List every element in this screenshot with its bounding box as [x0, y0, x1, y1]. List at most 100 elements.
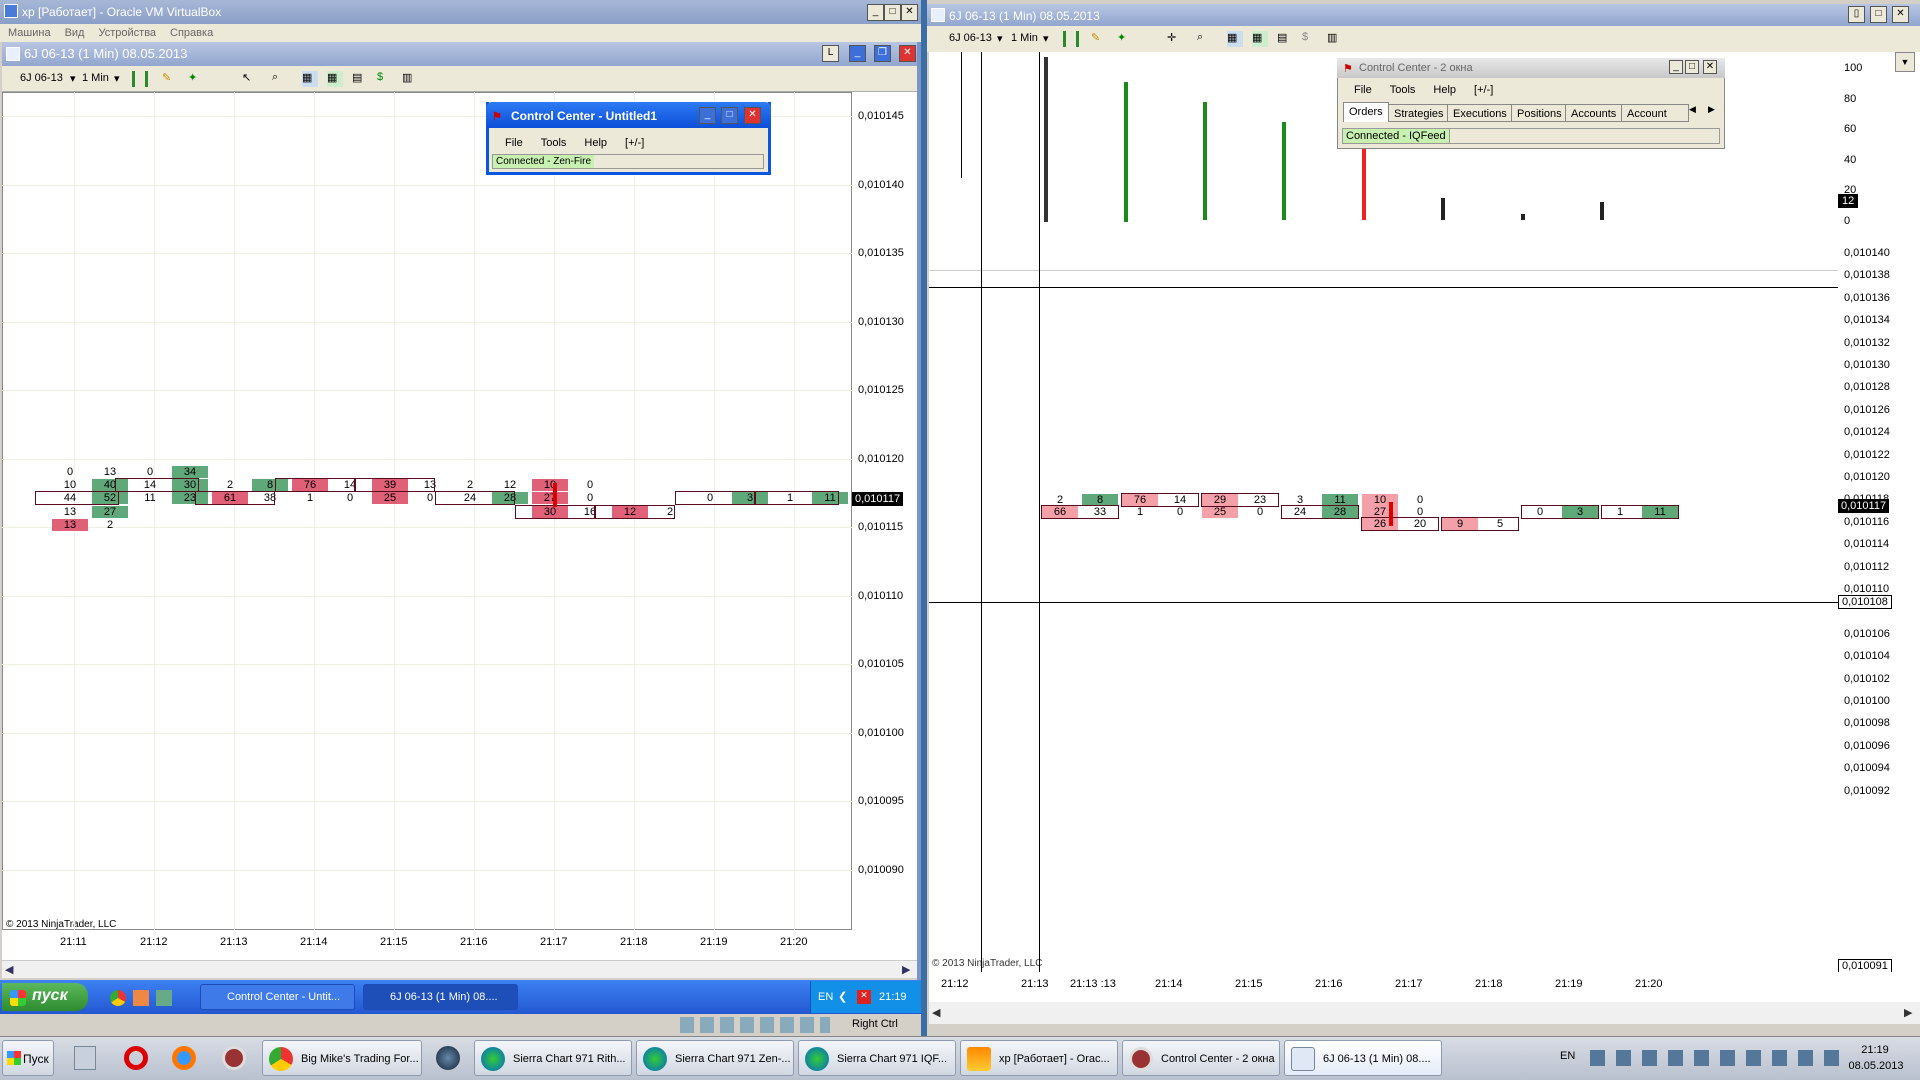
right-chart-restore-button[interactable]: ▯	[1848, 6, 1865, 23]
close-button[interactable]: ✕	[901, 4, 918, 21]
tab-scroll-right-icon[interactable]: ▶	[1708, 104, 1715, 115]
right-chart-close-button[interactable]: ✕	[1892, 6, 1909, 23]
win7-task-sierra-iqfeed[interactable]: Sierra Chart 971 IQF...	[798, 1040, 956, 1076]
dollar-icon[interactable]: $	[377, 71, 393, 87]
right-horizontal-scrollbar[interactable]: ◀ ▶	[929, 1002, 1920, 1024]
chart-l-button[interactable]: L	[822, 45, 839, 62]
indicator-icon[interactable]: ✦	[188, 71, 204, 87]
cc2-menu-file[interactable]: File	[1354, 84, 1372, 96]
tab-strategies[interactable]: Strategies	[1388, 104, 1450, 122]
menu-devices[interactable]: Устройства	[90, 24, 162, 39]
win7-task-chart[interactable]: 6J 06-13 (1 Min) 08....	[1284, 1040, 1442, 1076]
scroll-left-icon[interactable]: ◀	[5, 963, 13, 976]
tab-positions[interactable]: Positions	[1511, 104, 1568, 122]
win7-task-sierra-rithmic[interactable]: Sierra Chart 971 Rith...	[474, 1040, 632, 1076]
dollar-icon[interactable]: $	[1302, 31, 1318, 47]
tab-executions[interactable]: Executions	[1447, 104, 1513, 122]
cc1-menu-file[interactable]: File	[505, 137, 523, 149]
right-price-scale[interactable]: 100 80 60 40 20 0 12 0,010140 0,010138 0,010136 0,…	[1838, 52, 1920, 973]
menu-machine[interactable]: Машина	[0, 24, 57, 39]
cc2-menu-tools[interactable]: Tools	[1390, 84, 1416, 96]
left-horizontal-scrollbar[interactable]: ◀ ▶	[2, 960, 917, 978]
interval-selector[interactable]: 1 Min	[82, 72, 109, 84]
tab-scroll-left-icon[interactable]: ◀	[1689, 104, 1696, 115]
win7-task-control-center[interactable]: Control Center - 2 окна	[1122, 1040, 1280, 1076]
indicator-icon[interactable]: ✦	[1117, 31, 1133, 47]
cc2-minimize-button[interactable]: _	[1669, 60, 1683, 74]
tab-accounts[interactable]: Accounts	[1565, 104, 1623, 122]
win7-tray-icons[interactable]	[1590, 1050, 1840, 1066]
pencil-icon[interactable]: ✎	[162, 71, 178, 87]
menu-view[interactable]: Вид	[57, 24, 91, 39]
bar-type-icon[interactable]	[132, 71, 148, 87]
strategies-icon[interactable]: ▦	[1227, 31, 1243, 47]
pencil-icon[interactable]: ✎	[1091, 31, 1107, 47]
cc1-minimize-button[interactable]: _	[699, 107, 716, 124]
properties-icon[interactable]: ▤	[352, 71, 368, 87]
cc2-menu-toggle[interactable]: [+/-]	[1474, 84, 1493, 96]
strategies-icon[interactable]: ▦	[302, 71, 318, 87]
quicklaunch-app-icon[interactable]	[133, 990, 149, 1006]
win7-task-virtualbox[interactable]: xp [Работает] - Orac...	[960, 1040, 1118, 1076]
chart-close-button[interactable]: ✕	[899, 45, 916, 62]
left-price-scale[interactable]: 0,010145 0,010140 0,010135 0,010130 0,010125…	[852, 92, 917, 930]
xp-tray-arrow-icon[interactable]: ❮	[838, 990, 847, 1003]
maximize-button[interactable]: □	[884, 4, 901, 21]
instrument-selector[interactable]: 6J 06-13	[949, 32, 992, 44]
bar-type-icon[interactable]	[1063, 31, 1079, 47]
cc1-close-button[interactable]: ✕	[744, 107, 761, 124]
xp-lang-indicator[interactable]: EN	[818, 991, 833, 1003]
cc1-maximize-button[interactable]: □	[721, 107, 738, 124]
panel-icon[interactable]: ▥	[402, 71, 418, 87]
interval-selector[interactable]: 1 Min	[1011, 32, 1038, 44]
opera-icon[interactable]	[124, 1046, 148, 1070]
cc1-menu-tools[interactable]: Tools	[541, 137, 567, 149]
crosshair-icon[interactable]: ✛	[1167, 31, 1183, 47]
menu-help[interactable]: Справка	[162, 24, 219, 39]
order-icon[interactable]: ▦	[327, 71, 343, 87]
zoom-icon[interactable]: ⌕	[1197, 31, 1213, 47]
cc1-menu-help[interactable]: Help	[584, 137, 607, 149]
cc2-title-bar[interactable]: ⚑ Control Center - 2 окна	[1337, 58, 1725, 78]
win7-task-bigmike[interactable]: Big Mike's Trading For...	[262, 1040, 422, 1076]
properties-icon[interactable]: ▤	[1277, 31, 1293, 47]
chart-restore-button[interactable]: ❐	[874, 45, 891, 62]
quicklaunch-chrome-icon[interactable]	[110, 990, 126, 1006]
cc1-menu-toggle[interactable]: [+/-]	[625, 137, 644, 149]
scroll-up-icon[interactable]: ▼	[1895, 52, 1915, 72]
win7-lang-indicator[interactable]: EN	[1560, 1050, 1575, 1062]
zoom-icon[interactable]: ⌕	[272, 71, 288, 87]
win7-task-sierra-zenfire[interactable]: Sierra Chart 971 Zen-...	[636, 1040, 794, 1076]
instrument-selector[interactable]: 6J 06-13	[20, 72, 63, 84]
xp-tray-shield-icon[interactable]: ✕	[857, 990, 871, 1004]
globe-dark-icon[interactable]	[436, 1046, 460, 1070]
virtualbox-title-bar[interactable]: xp [Работает] - Oracle VM VirtualBox	[0, 0, 921, 24]
tab-account-performance[interactable]: Account Per	[1621, 104, 1689, 122]
quicklaunch-desktop-icon[interactable]	[156, 990, 172, 1006]
chart-minimize-button[interactable]: _	[849, 45, 866, 62]
firefox-icon[interactable]	[172, 1046, 196, 1070]
app-circle-icon[interactable]	[222, 1046, 246, 1070]
xp-task-chart[interactable]: 6J 06-13 (1 Min) 08....	[363, 984, 518, 1010]
instrument-dropdown-icon[interactable]: ▾	[997, 32, 1003, 45]
interval-dropdown-icon[interactable]: ▾	[114, 72, 120, 85]
cc2-menu-help[interactable]: Help	[1433, 84, 1456, 96]
right-chart-maximize-button[interactable]: □	[1870, 6, 1887, 23]
cursor-icon[interactable]: ↖	[242, 71, 258, 87]
cc2-close-button[interactable]: ✕	[1703, 60, 1717, 74]
scroll-right-icon[interactable]: ▶	[1904, 1006, 1912, 1019]
right-chart-plot[interactable]: © 2013 NinjaTrader, LLC 2 66 8 33 76 1 14 0 29 25…	[929, 52, 1838, 972]
instrument-dropdown-icon[interactable]: ▾	[70, 72, 76, 85]
minimize-button[interactable]: _	[867, 4, 884, 21]
right-chart-title-bar[interactable]: 6J 06-13 (1 Min) 08.05.2013	[927, 4, 1920, 26]
scroll-left-icon[interactable]: ◀	[932, 1006, 940, 1019]
scroll-right-icon[interactable]: ▶	[902, 963, 910, 976]
panel-icon[interactable]: ▥	[1327, 31, 1343, 47]
left-chart-title-bar[interactable]: 6J 06-13 (1 Min) 08.05.2013	[2, 42, 917, 66]
interval-dropdown-icon[interactable]: ▾	[1043, 32, 1049, 45]
tab-orders[interactable]: Orders	[1343, 102, 1389, 122]
calculator-icon[interactable]	[74, 1046, 96, 1070]
xp-task-control-center[interactable]: Control Center - Untit...	[200, 984, 355, 1010]
win7-start-button[interactable]: Пуск	[2, 1040, 54, 1076]
left-chart-plot[interactable]: © 2013 NinjaTrader, LLC	[2, 92, 852, 930]
